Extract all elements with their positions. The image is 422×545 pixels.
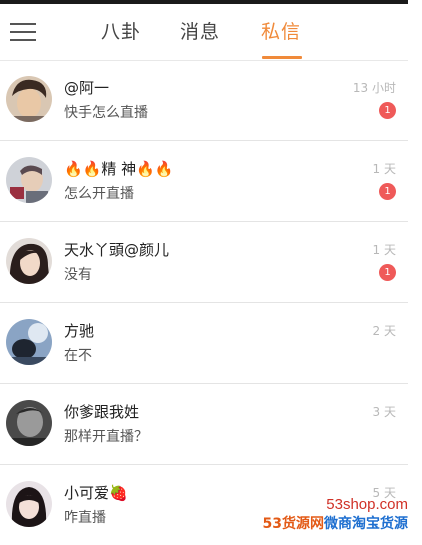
message-preview: 怎么开直播	[64, 186, 134, 202]
menu-icon-bar	[10, 31, 36, 33]
top-nav-bar: 八卦 消息 私信	[0, 4, 408, 61]
avatar	[6, 238, 52, 284]
conversation-row[interactable]: 方驰 在不 2 天	[0, 303, 408, 384]
contact-name: 🔥🔥精 神🔥🔥	[64, 160, 174, 178]
conversation-row[interactable]: 小可爱🍓 咋直播 5 天	[0, 465, 408, 545]
conversation-row[interactable]: 你爹跟我姓 那样开直播？ 3 天	[0, 384, 408, 465]
timestamp: 5 天	[372, 486, 396, 500]
menu-icon[interactable]	[10, 20, 38, 44]
avatar	[6, 157, 52, 203]
unread-badge: 1	[379, 183, 396, 200]
avatar	[6, 319, 52, 365]
conversation-list: @阿一 快手怎么直播 13 小时 1 🔥🔥精 神🔥🔥 怎么开直播 1 天 1 天…	[0, 60, 408, 545]
contact-name: 小可爱🍓	[64, 484, 128, 502]
contact-name: 方驰	[64, 322, 95, 340]
contact-name: 天水丫頭@颜儿	[64, 241, 170, 259]
timestamp: 13 小时	[352, 81, 396, 95]
active-tab-indicator	[262, 56, 302, 59]
message-preview: 快手怎么直播	[64, 105, 148, 121]
message-preview: 那样开直播？	[64, 429, 148, 445]
avatar	[6, 481, 52, 527]
conversation-row[interactable]: @阿一 快手怎么直播 13 小时 1	[0, 60, 408, 141]
conversation-row[interactable]: 天水丫頭@颜儿 没有 1 天 1	[0, 222, 408, 303]
tab-messages[interactable]: 消息	[180, 17, 220, 44]
conversation-row[interactable]: 🔥🔥精 神🔥🔥 怎么开直播 1 天 1	[0, 141, 408, 222]
tab-private-messages[interactable]: 私信	[261, 17, 301, 44]
timestamp: 1 天	[372, 243, 396, 257]
contact-name: @阿一	[64, 79, 110, 97]
contact-name: 你爹跟我姓	[64, 403, 140, 421]
timestamp: 3 天	[372, 405, 396, 419]
avatar	[6, 400, 52, 446]
timestamp: 1 天	[372, 162, 396, 176]
timestamp: 2 天	[372, 324, 396, 338]
unread-badge: 1	[379, 264, 396, 281]
message-preview: 在不	[64, 348, 92, 364]
menu-icon-bar	[10, 23, 36, 25]
menu-icon-bar	[10, 39, 36, 41]
message-preview: 咋直播	[64, 510, 106, 526]
avatar	[6, 76, 52, 122]
tab-gossip[interactable]: 八卦	[101, 17, 141, 44]
message-preview: 没有	[64, 267, 92, 283]
unread-badge: 1	[379, 102, 396, 119]
